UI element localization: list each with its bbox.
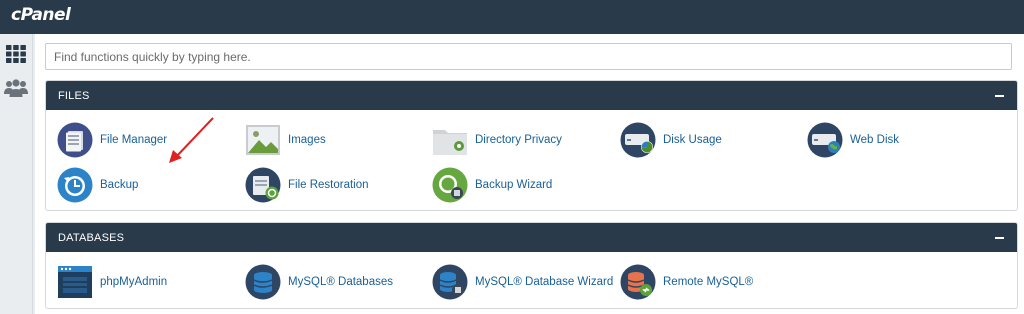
images-icon [246,125,280,155]
databases-panel: DATABASES phpMyAdmin MySQL® Databases My… [45,222,1018,309]
disk-usage-link[interactable]: Disk Usage [620,121,722,159]
files-panel-header[interactable]: FILES [46,81,1017,110]
disk-usage-icon [620,122,656,158]
remote-mysql-label: Remote MySQL® [663,276,754,288]
phpmyadmin-link[interactable]: phpMyAdmin [57,263,167,301]
directory-privacy-link[interactable]: Directory Privacy [432,121,562,159]
annotation-arrow-icon [169,117,214,163]
backup-icon [57,167,93,203]
backup-label: Backup [100,179,139,191]
file-restoration-icon [245,167,281,203]
grid-icon [6,45,26,63]
left-sidebar [0,34,33,314]
disk-usage-label: Disk Usage [663,134,722,146]
mysql-database-wizard-label: MySQL® Database Wizard [475,276,614,288]
backup-wizard-icon [432,167,468,203]
phpmyadmin-icon [58,266,92,298]
search-input[interactable] [45,43,1012,70]
images-label: Images [288,134,326,146]
file-restoration-link[interactable]: File Restoration [245,166,369,204]
web-disk-link[interactable]: Web Disk [807,121,899,159]
users-icon [4,79,28,97]
users-nav-button[interactable] [3,75,29,101]
images-link[interactable]: Images [245,121,326,159]
databases-panel-header[interactable]: DATABASES [46,223,1017,252]
phpmyadmin-label: phpMyAdmin [100,276,168,288]
web-disk-icon [807,122,843,158]
databases-panel-title: DATABASES [58,231,125,244]
backup-wizard-link[interactable]: Backup Wizard [432,166,552,204]
mysql-databases-link[interactable]: MySQL® Databases [245,263,393,301]
directory-privacy-label: Directory Privacy [475,134,562,146]
file-manager-label: File Manager [100,134,168,146]
mysql-database-wizard-link[interactable]: MySQL® Database Wizard [432,263,613,301]
file-restoration-label: File Restoration [288,179,369,191]
directory-privacy-icon [433,130,467,155]
files-panel-title: FILES [58,89,90,102]
main-content: FILES File Manager Images [35,34,1024,314]
cpanel-logo[interactable]: cPanel [11,5,71,25]
web-disk-label: Web Disk [850,134,899,146]
collapse-icon[interactable] [995,236,1004,239]
remote-mysql-link[interactable]: Remote MySQL® [620,263,753,301]
backup-wizard-label: Backup Wizard [475,179,553,191]
collapse-icon[interactable] [995,94,1004,97]
mysql-database-wizard-icon [432,264,468,300]
remote-mysql-icon [620,264,656,300]
tools-nav-button[interactable] [3,41,29,67]
file-manager-link[interactable]: File Manager [57,121,167,159]
top-bar: cPanel [0,0,1024,34]
file-manager-icon [57,122,93,158]
mysql-databases-label: MySQL® Databases [288,276,393,288]
mysql-databases-icon [245,264,281,300]
backup-link[interactable]: Backup [57,166,138,204]
